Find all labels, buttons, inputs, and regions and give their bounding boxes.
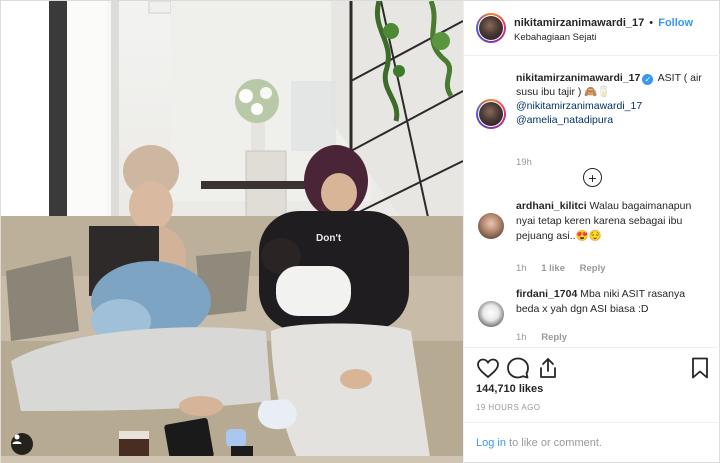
caption-text-block: nikitamirzanimawardi_17 ✓ ASIT ( air susu… <box>516 71 712 127</box>
login-text: Log in to like or comment. <box>476 437 602 449</box>
comments-section[interactable]: nikitamirzanimawardi_17 ✓ ASIT ( air susu… <box>464 57 720 347</box>
comment-text-block: firdani_1704 Mba niki ASIT rasanya beda … <box>516 287 706 317</box>
comment-icon[interactable] <box>506 356 530 380</box>
caption-avatar[interactable] <box>476 99 506 129</box>
post-header: nikitamirzanimawardi_17 • Follow Kebahag… <box>464 1 720 56</box>
comment-meta: 1h Reply <box>516 332 579 343</box>
reply-button[interactable]: Reply <box>580 263 606 274</box>
comment-time: 1h <box>516 332 527 343</box>
post-timestamp: 19 HOURS AGO <box>476 403 541 412</box>
comment-username[interactable]: ardhani_kilitci <box>516 200 587 212</box>
heart-icon[interactable] <box>476 356 500 380</box>
header-username[interactable]: nikitamirzanimawardi_17 <box>514 17 644 29</box>
post-sidebar: nikitamirzanimawardi_17 • Follow Kebahag… <box>463 1 720 463</box>
login-suffix: to like or comment. <box>505 437 602 449</box>
login-link[interactable]: Log in <box>476 437 506 449</box>
mention-link[interactable]: @nikitamirzanimawardi_17 <box>516 99 712 113</box>
author-avatar[interactable] <box>476 13 506 43</box>
tagged-users-button[interactable] <box>11 433 33 455</box>
commenter-avatar[interactable] <box>478 213 504 239</box>
mention-link[interactable]: @amelia_natadipura <box>516 113 712 127</box>
caption-timestamp: 19h <box>516 157 532 168</box>
login-prompt: Log in to like or comment. <box>464 422 720 463</box>
reply-button[interactable]: Reply <box>541 332 567 343</box>
instagram-post-window: Don't nikitamirzanimawardi_17 • Follow K… <box>0 0 720 463</box>
comment-time: 1h <box>516 263 527 274</box>
user-icon <box>12 434 22 444</box>
comment-likes[interactable]: 1 like <box>541 263 565 274</box>
comment-meta: 1h 1 like Reply <box>516 263 618 274</box>
bookmark-icon[interactable] <box>688 356 712 380</box>
comment-text-block: ardhani_kilitci Walau bagaimanapun nyai … <box>516 199 706 244</box>
post-photo[interactable]: Don't <box>1 1 463 463</box>
plus-circle-icon[interactable]: + <box>583 168 602 187</box>
photo-illustration: Don't <box>1 1 463 463</box>
header-username-row: nikitamirzanimawardi_17 • Follow <box>514 17 693 29</box>
commenter-avatar[interactable] <box>478 301 504 327</box>
post-actions: 144,710 likes 19 HOURS AGO <box>464 347 720 421</box>
location-link[interactable]: Kebahagiaan Sejati <box>514 32 596 43</box>
share-icon[interactable] <box>536 356 560 380</box>
separator-dot: • <box>649 17 654 29</box>
caption-username[interactable]: nikitamirzanimawardi_17 <box>516 72 640 84</box>
follow-button[interactable]: Follow <box>658 17 693 29</box>
verified-badge-icon: ✓ <box>642 74 654 85</box>
action-icons-row <box>474 356 714 380</box>
comment-username[interactable]: firdani_1704 <box>516 288 577 300</box>
like-count[interactable]: 144,710 likes <box>476 383 543 395</box>
shirt-print: Don't <box>316 233 342 244</box>
